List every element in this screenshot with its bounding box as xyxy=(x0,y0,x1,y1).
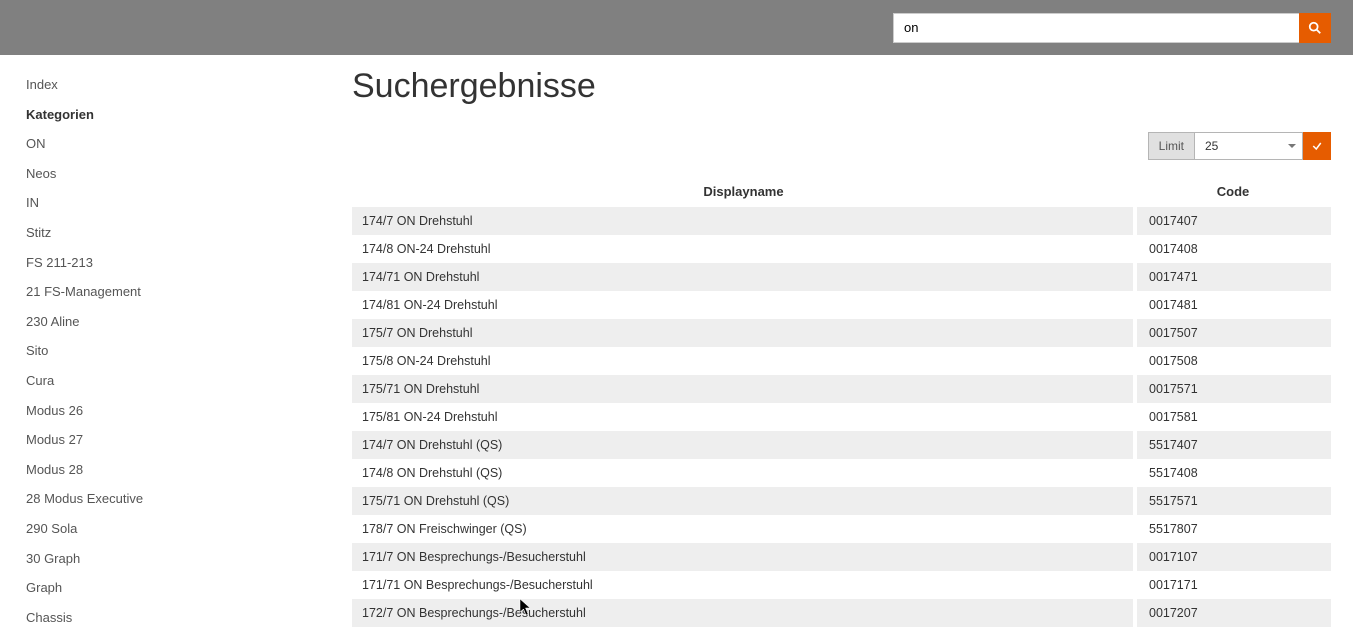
column-header-code[interactable]: Code xyxy=(1135,176,1331,207)
table-row[interactable]: 175/71 ON Drehstuhl0017571 xyxy=(352,375,1331,403)
cell-displayname: 171/71 ON Besprechungs-/Besucherstuhl xyxy=(352,571,1135,599)
sidebar-item[interactable]: IN xyxy=(26,195,352,211)
sidebar-item[interactable]: Graph xyxy=(26,580,352,596)
cell-code: 0017508 xyxy=(1135,347,1331,375)
search-icon xyxy=(1308,21,1322,35)
cell-code: 5517807 xyxy=(1135,515,1331,543)
limit-label: Limit xyxy=(1148,132,1195,160)
sidebar-item[interactable]: Stitz xyxy=(26,225,352,241)
sidebar-item[interactable]: 21 FS-Management xyxy=(26,284,352,300)
table-row[interactable]: 178/7 ON Freischwinger (QS)5517807 xyxy=(352,515,1331,543)
column-header-displayname[interactable]: Displayname xyxy=(352,176,1135,207)
table-row[interactable]: 175/8 ON-24 Drehstuhl0017508 xyxy=(352,347,1331,375)
sidebar-item[interactable]: Modus 27 xyxy=(26,432,352,448)
table-row[interactable]: 174/8 ON Drehstuhl (QS)5517408 xyxy=(352,459,1331,487)
sidebar-item[interactable]: Kategorien xyxy=(26,107,352,123)
table-row[interactable]: 175/71 ON Drehstuhl (QS)5517571 xyxy=(352,487,1331,515)
chevron-down-icon xyxy=(1288,144,1296,148)
sidebar-item[interactable]: 230 Aline xyxy=(26,314,352,330)
sidebar-item[interactable]: 290 Sola xyxy=(26,521,352,537)
table-row[interactable]: 175/81 ON-24 Drehstuhl0017581 xyxy=(352,403,1331,431)
table-row[interactable]: 174/81 ON-24 Drehstuhl0017481 xyxy=(352,291,1331,319)
cell-displayname: 174/81 ON-24 Drehstuhl xyxy=(352,291,1135,319)
search-wrap xyxy=(893,13,1331,43)
table-row[interactable]: 174/71 ON Drehstuhl0017471 xyxy=(352,263,1331,291)
sidebar-item[interactable]: Index xyxy=(26,77,352,93)
table-row[interactable]: 175/7 ON Drehstuhl0017507 xyxy=(352,319,1331,347)
table-row[interactable]: 174/7 ON Drehstuhl (QS)5517407 xyxy=(352,431,1331,459)
cell-code: 0017571 xyxy=(1135,375,1331,403)
page-title: Suchergebnisse xyxy=(352,67,1331,106)
limit-value: 25 xyxy=(1205,139,1218,153)
cell-displayname: 171/7 ON Besprechungs-/Besucherstuhl xyxy=(352,543,1135,571)
cell-displayname: 174/71 ON Drehstuhl xyxy=(352,263,1135,291)
sidebar-item[interactable]: ON xyxy=(26,136,352,152)
cell-code: 0017207 xyxy=(1135,599,1331,627)
cell-code: 5517407 xyxy=(1135,431,1331,459)
cell-displayname: 175/7 ON Drehstuhl xyxy=(352,319,1135,347)
cell-code: 0017171 xyxy=(1135,571,1331,599)
cell-displayname: 175/81 ON-24 Drehstuhl xyxy=(352,403,1135,431)
cell-displayname: 174/8 ON-24 Drehstuhl xyxy=(352,235,1135,263)
limit-select[interactable]: 25 xyxy=(1195,132,1303,160)
cell-displayname: 178/7 ON Freischwinger (QS) xyxy=(352,515,1135,543)
table-row[interactable]: 171/7 ON Besprechungs-/Besucherstuhl0017… xyxy=(352,543,1331,571)
cell-code: 0017471 xyxy=(1135,263,1331,291)
cell-code: 5517571 xyxy=(1135,487,1331,515)
sidebar-item[interactable]: FS 211-213 xyxy=(26,255,352,271)
cell-displayname: 174/7 ON Drehstuhl (QS) xyxy=(352,431,1135,459)
sidebar-item[interactable]: Cura xyxy=(26,373,352,389)
table-row[interactable]: 171/71 ON Besprechungs-/Besucherstuhl001… xyxy=(352,571,1331,599)
layout: Index Kategorien ON Neos IN Stitz FS 211-213 21… xyxy=(0,55,1353,638)
sidebar-item[interactable]: Modus 26 xyxy=(26,403,352,419)
limit-apply-button[interactable] xyxy=(1303,132,1331,160)
cell-code: 0017481 xyxy=(1135,291,1331,319)
sidebar-item[interactable]: Chassis xyxy=(26,610,352,626)
sidebar-item[interactable]: Sito xyxy=(26,343,352,359)
sidebar-item[interactable]: Modus 28 xyxy=(26,462,352,478)
cell-displayname: 172/7 ON Besprechungs-/Besucherstuhl xyxy=(352,599,1135,627)
cell-displayname: 175/8 ON-24 Drehstuhl xyxy=(352,347,1135,375)
main-content: Suchergebnisse Limit 25 Displayname Code… xyxy=(352,55,1353,638)
cell-displayname: 174/8 ON Drehstuhl (QS) xyxy=(352,459,1135,487)
results-table: Displayname Code 174/7 ON Drehstuhl00174… xyxy=(352,176,1331,627)
sidebar-item[interactable]: 28 Modus Executive xyxy=(26,491,352,507)
cell-displayname: 175/71 ON Drehstuhl xyxy=(352,375,1135,403)
topbar xyxy=(0,0,1353,55)
search-input[interactable] xyxy=(893,13,1299,43)
sidebar-item[interactable]: 30 Graph xyxy=(26,551,352,567)
limit-bar: Limit 25 xyxy=(352,132,1331,160)
cell-code: 0017107 xyxy=(1135,543,1331,571)
table-row[interactable]: 174/7 ON Drehstuhl0017407 xyxy=(352,207,1331,235)
cell-code: 0017408 xyxy=(1135,235,1331,263)
cell-code: 0017407 xyxy=(1135,207,1331,235)
table-row[interactable]: 174/8 ON-24 Drehstuhl0017408 xyxy=(352,235,1331,263)
cell-code: 0017507 xyxy=(1135,319,1331,347)
sidebar-item[interactable]: Neos xyxy=(26,166,352,182)
cell-displayname: 174/7 ON Drehstuhl xyxy=(352,207,1135,235)
cell-code: 5517408 xyxy=(1135,459,1331,487)
check-icon xyxy=(1311,140,1323,152)
table-row[interactable]: 172/7 ON Besprechungs-/Besucherstuhl0017… xyxy=(352,599,1331,627)
search-button[interactable] xyxy=(1299,13,1331,43)
cell-displayname: 175/71 ON Drehstuhl (QS) xyxy=(352,487,1135,515)
cell-code: 0017581 xyxy=(1135,403,1331,431)
sidebar: Index Kategorien ON Neos IN Stitz FS 211-213 21… xyxy=(0,55,352,638)
